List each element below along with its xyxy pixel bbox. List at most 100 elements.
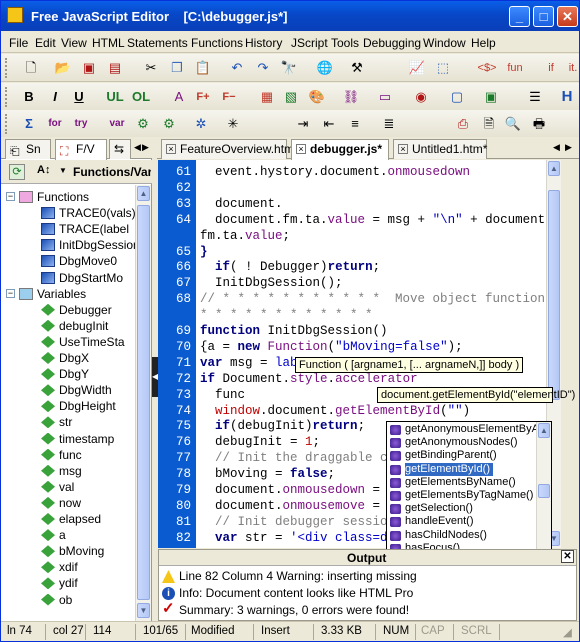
code-line[interactable]: if Document.style.accelerator (200, 371, 418, 387)
scroll-down-icon[interactable]: ▼ (137, 603, 150, 618)
function-snippet-button[interactable]: fun (505, 58, 525, 78)
scroll-thumb[interactable] (137, 205, 150, 600)
editor-scroll-thumb[interactable] (548, 190, 560, 400)
code-line[interactable]: bMoving = false; (200, 466, 335, 482)
tab-debugger[interactable]: × debugger.js* (291, 139, 389, 160)
tab-untitled1[interactable]: × Untitled1.htm* (393, 139, 487, 159)
autocomplete-item[interactable]: hasChildNodes() (387, 529, 537, 542)
code-line[interactable]: * * * * * * * * * * * * (200, 307, 373, 323)
menu-statements[interactable]: Statements (127, 36, 188, 50)
autocomplete-item[interactable]: getAnonymousNodes() (387, 436, 537, 449)
minimize-button[interactable]: _ (509, 6, 530, 27)
menu-debugging[interactable]: Debugging (363, 36, 421, 50)
compile-icon[interactable]: ⚙ (133, 114, 153, 134)
frame-icon[interactable]: ▭ (375, 87, 395, 107)
doc-icon[interactable]: 🗎 (479, 114, 499, 134)
open-folder-icon[interactable]: 📂 (53, 58, 73, 78)
tabs-right-icon[interactable]: ▶ (565, 142, 572, 153)
close-tab-icon[interactable]: × (398, 144, 408, 154)
print-icon[interactable]: 🖶 (529, 114, 549, 134)
font-smaller-button[interactable]: F− (219, 87, 239, 107)
menu-window[interactable]: Window (423, 36, 466, 50)
undo-icon[interactable]: ↶ (227, 58, 247, 78)
output-line[interactable]: Info: Document content looks like HTML P… (179, 585, 413, 601)
code-line[interactable]: InitDbgSession(); (200, 275, 343, 291)
code-line[interactable]: document.fm.ta.value = msg + "\n" + docu… (200, 212, 546, 228)
cut-icon[interactable]: ✂ (141, 58, 161, 78)
search-doc-icon[interactable]: 🔍 (503, 114, 523, 134)
sigma-button[interactable]: Σ (19, 114, 39, 134)
tab-snippets[interactable]: ⎗ Sn (5, 139, 51, 159)
autocomplete-item[interactable]: handleEvent() (387, 515, 537, 528)
flash-icon[interactable]: ◉ (411, 87, 431, 107)
it-snippet-button[interactable]: it. (563, 58, 579, 78)
dropdown-arrow-icon[interactable]: ▼ (59, 166, 67, 175)
code-line[interactable]: document.onmousedown = (200, 482, 380, 498)
refresh-icon[interactable]: ⟳ (9, 164, 25, 180)
copy-icon[interactable]: ❐ (167, 58, 187, 78)
unordered-list-button[interactable]: UL (105, 87, 125, 107)
output-close-icon[interactable]: ✕ (561, 550, 574, 563)
scroll-up-icon[interactable]: ▲ (137, 186, 150, 201)
tabs-left-icon[interactable]: ◀ (553, 142, 560, 153)
menu-history[interactable]: History (245, 36, 282, 50)
code-line[interactable]: document.onmousemove = (200, 498, 380, 514)
code-line[interactable]: fm.ta.value; (200, 228, 290, 244)
ac-scroll-up-icon[interactable]: ▲ (538, 423, 550, 438)
menu-jscript[interactable]: JScript (291, 36, 328, 50)
code-line[interactable]: // * * * * * * * * * * * Move object fun… (200, 291, 546, 307)
comment-icon[interactable]: ≡ (345, 114, 365, 134)
sort-icon[interactable]: A↕ (37, 164, 50, 176)
code-line[interactable]: // Init debugger sessio (200, 514, 388, 530)
menu-functions[interactable]: Functions (191, 36, 243, 50)
output-line[interactable]: Summary: 3 warnings, 0 errors were found… (179, 602, 409, 618)
uncomment-icon[interactable]: ≣ (379, 114, 399, 134)
menu-file[interactable]: File (9, 36, 28, 50)
close-button[interactable]: ✕ (557, 6, 578, 27)
tab-scroll-left-icon[interactable]: ◀ (134, 142, 141, 153)
debug-icon[interactable]: ✲ (191, 114, 211, 134)
menu-html[interactable]: HTML (92, 36, 125, 50)
redo-icon[interactable]: ↷ (253, 58, 273, 78)
code-line[interactable]: event.hystory.document.onmousedown (200, 164, 470, 180)
code-line[interactable]: {a = new Function("bMoving=false"); (200, 339, 463, 355)
tree-scrollbar[interactable]: ▲ ▼ (135, 185, 151, 621)
editor-scroll-up-icon[interactable]: ▲ (548, 161, 560, 176)
code-line[interactable]: document. (200, 196, 283, 212)
tab-more[interactable]: ⇆ (109, 139, 131, 159)
size-grip-icon[interactable]: ◢ (563, 625, 572, 639)
close-tab-icon[interactable]: × (296, 144, 306, 154)
new-file-icon[interactable]: 🗋 (21, 58, 41, 78)
menu-view[interactable]: View (61, 36, 87, 50)
ac-scroll-thumb[interactable] (538, 484, 550, 498)
ordered-list-button[interactable]: OL (131, 87, 151, 107)
paste-icon[interactable]: 📋 (193, 58, 213, 78)
autocomplete-item[interactable]: getSelection() (387, 502, 537, 515)
align-icon[interactable]: ☰ (525, 87, 545, 107)
palette-icon[interactable]: 🎨 (307, 87, 327, 107)
if-snippet-button[interactable]: if (541, 58, 561, 78)
autocomplete-item[interactable]: getElementsByTagName() (387, 489, 537, 502)
tab-featureoverview[interactable]: × FeatureOverview.htm (161, 139, 294, 159)
collapse-icon[interactable]: − (6, 192, 15, 201)
italic-button[interactable]: I (45, 87, 65, 107)
code-line[interactable]: } (200, 244, 208, 260)
font-bigger-button[interactable]: F+ (193, 87, 213, 107)
code-line[interactable]: // Init the draggable c (200, 450, 388, 466)
form-input-icon[interactable]: ▣ (481, 87, 501, 107)
autocomplete-item[interactable]: getElementById() (387, 462, 537, 476)
menu-edit[interactable]: Edit (35, 36, 56, 50)
save-icon[interactable]: ▣ (79, 58, 99, 78)
indent-icon[interactable]: ⇥ (293, 114, 313, 134)
for-snippet-button[interactable]: for (45, 114, 65, 134)
font-icon[interactable]: A (169, 87, 189, 107)
menu-help[interactable]: Help (471, 36, 496, 50)
title-bar[interactable]: Free JavaScript Editor [C:\debugger.js*]… (1, 1, 579, 31)
code-line[interactable]: func (200, 387, 245, 403)
outdent-icon[interactable]: ⇤ (319, 114, 339, 134)
link-icon[interactable]: ⛓ (341, 87, 361, 107)
tab-scroll-right-icon[interactable]: ▶ (142, 142, 149, 153)
bug-icon[interactable]: ✳ (223, 114, 243, 134)
code-line[interactable]: debugInit = 1; (200, 434, 320, 450)
browser-icon[interactable]: 🌐 (315, 58, 335, 78)
